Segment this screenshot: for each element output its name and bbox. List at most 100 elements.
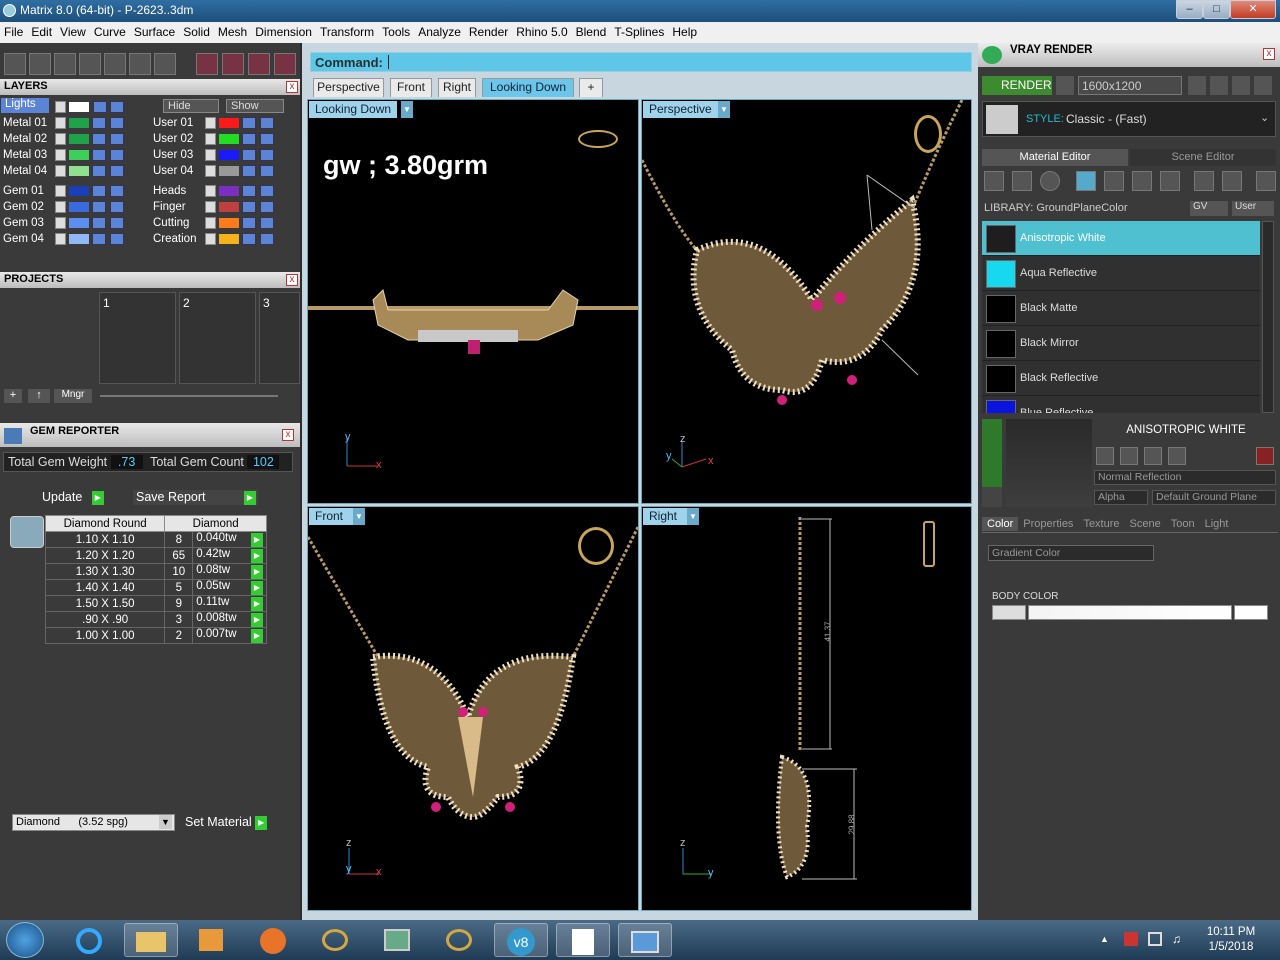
reflection-select[interactable]: Normal Reflection	[1094, 470, 1276, 485]
tray-arrow-icon[interactable]: ▲	[1100, 934, 1109, 944]
layer-arrow-icon[interactable]	[205, 149, 216, 161]
texture-icon[interactable]	[1104, 171, 1124, 191]
layer-name[interactable]: Gem 02	[3, 201, 55, 213]
layer-name[interactable]: Metal 04	[3, 165, 55, 177]
lock-icon[interactable]	[242, 149, 257, 161]
layer-arrow-icon[interactable]	[205, 185, 216, 197]
save-icon[interactable]	[1096, 447, 1114, 465]
layer-row[interactable]: Heads	[153, 185, 298, 201]
lights-vis-icon[interactable]	[110, 100, 125, 113]
layer-name[interactable]: Cutting	[153, 217, 205, 229]
project-slider-track[interactable]	[100, 395, 278, 397]
layer-color-swatch[interactable]	[69, 234, 90, 244]
hide-button[interactable]: Hide	[163, 99, 219, 113]
layer-row[interactable]: Metal 04	[3, 165, 148, 181]
user-toggle[interactable]: User	[1232, 201, 1274, 216]
visibility-icon[interactable]	[109, 185, 124, 197]
menu-edit[interactable]: Edit	[27, 22, 56, 39]
start-button[interactable]	[6, 922, 44, 958]
subtab-texture[interactable]: Texture	[1078, 517, 1124, 531]
layer-arrow-icon[interactable]	[55, 117, 66, 129]
layer-arrow-icon[interactable]	[55, 165, 66, 177]
layer-color-swatch[interactable]	[219, 166, 240, 176]
viewport-front[interactable]: Front ▼ z x y	[307, 506, 639, 911]
select-icon[interactable]	[129, 53, 151, 75]
gem-table-row[interactable]: 1.20 X 1.20 65 0.42tw ▶	[44, 547, 267, 564]
gradient-select[interactable]: Gradient Color	[988, 545, 1154, 561]
lock-icon[interactable]	[242, 117, 257, 129]
lock-icon[interactable]	[92, 165, 107, 177]
gem-row-play-icon[interactable]: ▶	[251, 629, 263, 643]
lock-icon[interactable]	[242, 165, 257, 177]
layers-close-icon[interactable]: x	[286, 81, 298, 93]
menu-blend[interactable]: Blend	[572, 22, 611, 39]
layer-name[interactable]: User 03	[153, 149, 205, 161]
menu-analyze[interactable]: Analyze	[414, 22, 465, 39]
visibility-icon[interactable]	[109, 233, 124, 245]
menu-surface[interactable]: Surface	[130, 22, 179, 39]
action-center-icon[interactable]	[1124, 932, 1138, 946]
menu-render[interactable]: Render	[465, 22, 512, 39]
lights-arrow-icon[interactable]	[55, 100, 66, 113]
layer-row[interactable]: Metal 02	[3, 133, 148, 149]
layer-arrow-icon[interactable]	[205, 165, 216, 177]
visibility-icon[interactable]	[259, 133, 274, 145]
gradient-icon[interactable]	[1076, 171, 1096, 191]
project-slot-2[interactable]: 2	[179, 292, 256, 384]
pattern-icon[interactable]	[1132, 171, 1152, 191]
layer-row[interactable]: Creation	[153, 233, 298, 249]
layer-arrow-icon[interactable]	[205, 201, 216, 213]
layer-color-swatch[interactable]	[69, 166, 90, 176]
material-item[interactable]: Black Matte	[982, 291, 1260, 326]
add-tab-icon[interactable]: +	[579, 78, 603, 97]
layer-arrow-icon[interactable]	[55, 217, 66, 229]
save-report-button[interactable]: Save Report ▶	[133, 490, 258, 505]
subtab-color[interactable]: Color	[982, 517, 1019, 531]
layer-name[interactable]: User 04	[153, 165, 205, 177]
set-material-button[interactable]: Set Material ▶	[185, 815, 280, 830]
layer-name[interactable]: Heads	[153, 185, 205, 197]
layer-row[interactable]: Cutting	[153, 217, 298, 233]
viewport-right[interactable]: Right ▼ 41.37 29.88 z y	[641, 506, 972, 911]
visibility-icon[interactable]	[109, 117, 124, 129]
layer-color-swatch[interactable]	[69, 150, 90, 160]
gem-tool-icon[interactable]	[196, 53, 218, 75]
gem-row-play-icon[interactable]: ▶	[251, 581, 263, 595]
visibility-icon[interactable]	[109, 149, 124, 161]
visibility-icon[interactable]	[109, 217, 124, 229]
lock-icon[interactable]	[242, 201, 257, 213]
layer-row[interactable]: Gem 02	[3, 201, 148, 217]
layer-arrow-icon[interactable]	[55, 233, 66, 245]
camera-icon[interactable]	[1056, 76, 1074, 95]
viewport-label[interactable]: Looking Down	[309, 101, 398, 118]
menu-dimension[interactable]: Dimension	[251, 22, 316, 39]
layer-arrow-icon[interactable]	[205, 233, 216, 245]
material-item[interactable]: Blue Reflective	[982, 396, 1260, 413]
gem-row-play-icon[interactable]: ▶	[251, 533, 263, 547]
visibility-icon[interactable]	[109, 133, 124, 145]
gem-reporter-close-icon[interactable]: x	[282, 429, 294, 441]
menu-view[interactable]: View	[56, 22, 90, 39]
minimize-button[interactable]: –	[1176, 0, 1203, 19]
gem-table-row[interactable]: 1.40 X 1.40 5 0.05tw ▶	[44, 579, 267, 596]
body-color-end-swatch[interactable]	[1234, 605, 1268, 620]
firefox-icon[interactable]	[246, 923, 300, 957]
layer-color-swatch[interactable]	[69, 118, 90, 128]
material-item[interactable]: Aqua Reflective	[982, 256, 1260, 291]
menu-help[interactable]: Help	[668, 22, 701, 39]
gem-tool3-icon[interactable]	[248, 53, 270, 75]
viewport-menu-arrow-icon[interactable]: ▼	[401, 101, 413, 118]
visibility-icon[interactable]	[109, 201, 124, 213]
filter-icon[interactable]	[104, 53, 126, 75]
viewport-perspective[interactable]: Perspective ▼ z x y	[641, 99, 972, 504]
menu-mesh[interactable]: Mesh	[214, 22, 251, 39]
import-icon[interactable]	[1168, 447, 1186, 465]
book-icon[interactable]	[79, 53, 101, 75]
monitor-app-icon[interactable]	[370, 923, 424, 957]
menu-tsplines[interactable]: T-Splines	[610, 22, 668, 39]
media-player-icon[interactable]	[184, 923, 238, 957]
material-item[interactable]: Black Mirror	[982, 326, 1260, 361]
network-icon[interactable]	[1148, 932, 1162, 946]
diamond-shape-icon[interactable]	[10, 516, 44, 548]
maximize-button[interactable]: □	[1203, 0, 1230, 19]
